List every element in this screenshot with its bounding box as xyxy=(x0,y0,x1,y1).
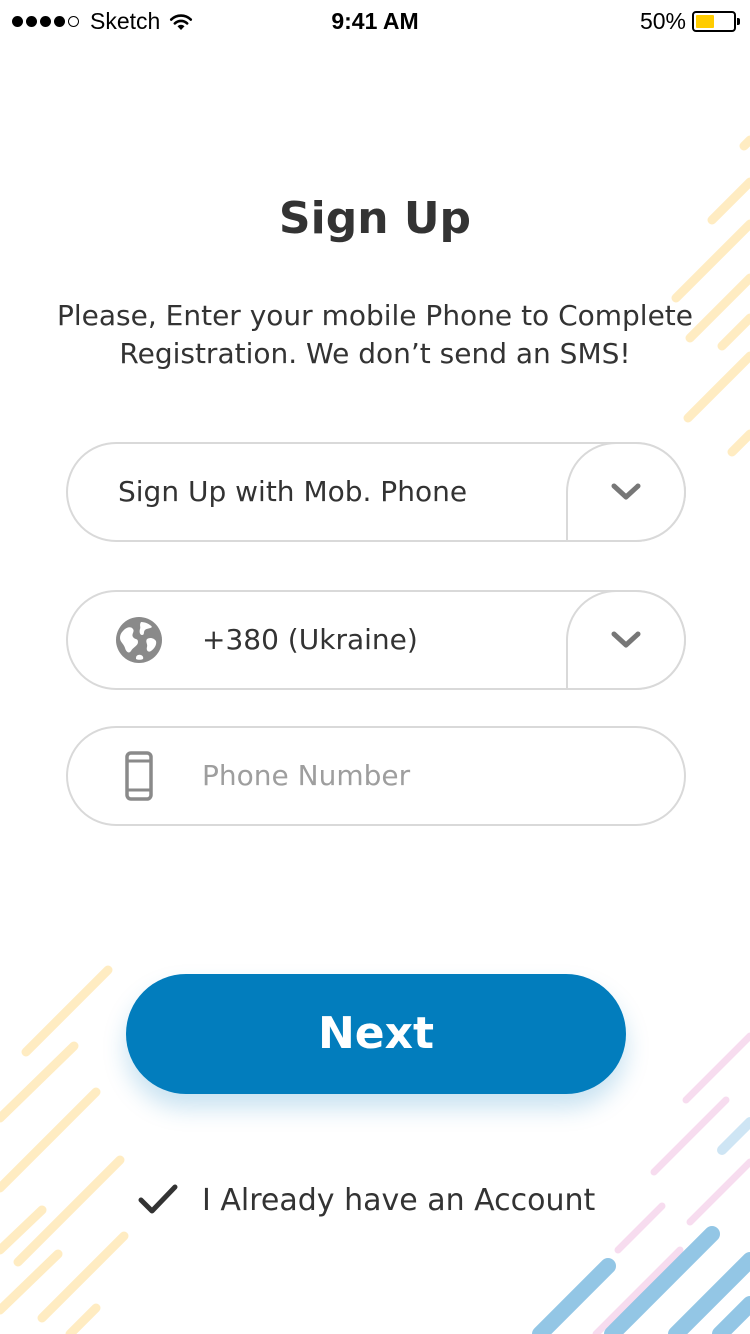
chevron-down-icon xyxy=(611,631,641,648)
status-right: 50% xyxy=(639,8,740,35)
country-code-dropdown-button[interactable] xyxy=(566,590,686,690)
mobile-phone-icon xyxy=(124,728,154,824)
globe-icon xyxy=(114,592,164,688)
phone-number-field[interactable]: Phone Number xyxy=(66,726,686,826)
subtitle-line-1: Please, Enter your mobile Phone to Compl… xyxy=(56,299,694,332)
next-button[interactable]: Next xyxy=(126,974,626,1094)
chevron-down-icon xyxy=(611,483,641,500)
country-code-value: +380 (Ukraine) xyxy=(202,623,418,656)
checkmark-icon xyxy=(138,1184,178,1216)
phone-number-input[interactable]: Phone Number xyxy=(202,728,410,824)
page-title: Sign Up xyxy=(278,193,472,244)
signup-screen: Sketch 9:41 AM 50% Sign Up Please, Enter… xyxy=(0,0,750,1334)
battery-percent: 50% xyxy=(639,8,686,34)
status-time: 9:41 AM xyxy=(331,8,419,34)
signup-method-value: Sign Up with Mob. Phone xyxy=(118,475,468,508)
battery-icon xyxy=(692,11,740,32)
subtitle-line-2: Registration. We don’t send an SMS! xyxy=(119,337,631,370)
signup-method-select[interactable]: Sign Up with Mob. Phone xyxy=(66,442,686,542)
already-have-account-label: I Already have an Account xyxy=(202,1182,596,1218)
status-bar: Sketch 9:41 AM 50% xyxy=(0,0,750,44)
battery-level xyxy=(696,15,714,28)
country-code-select[interactable]: +380 (Ukraine) xyxy=(66,590,686,690)
already-have-account-link[interactable]: I Already have an Account xyxy=(138,1172,595,1228)
signup-method-dropdown-button[interactable] xyxy=(566,442,686,542)
page-subtitle: Please, Enter your mobile Phone to Compl… xyxy=(30,297,720,373)
